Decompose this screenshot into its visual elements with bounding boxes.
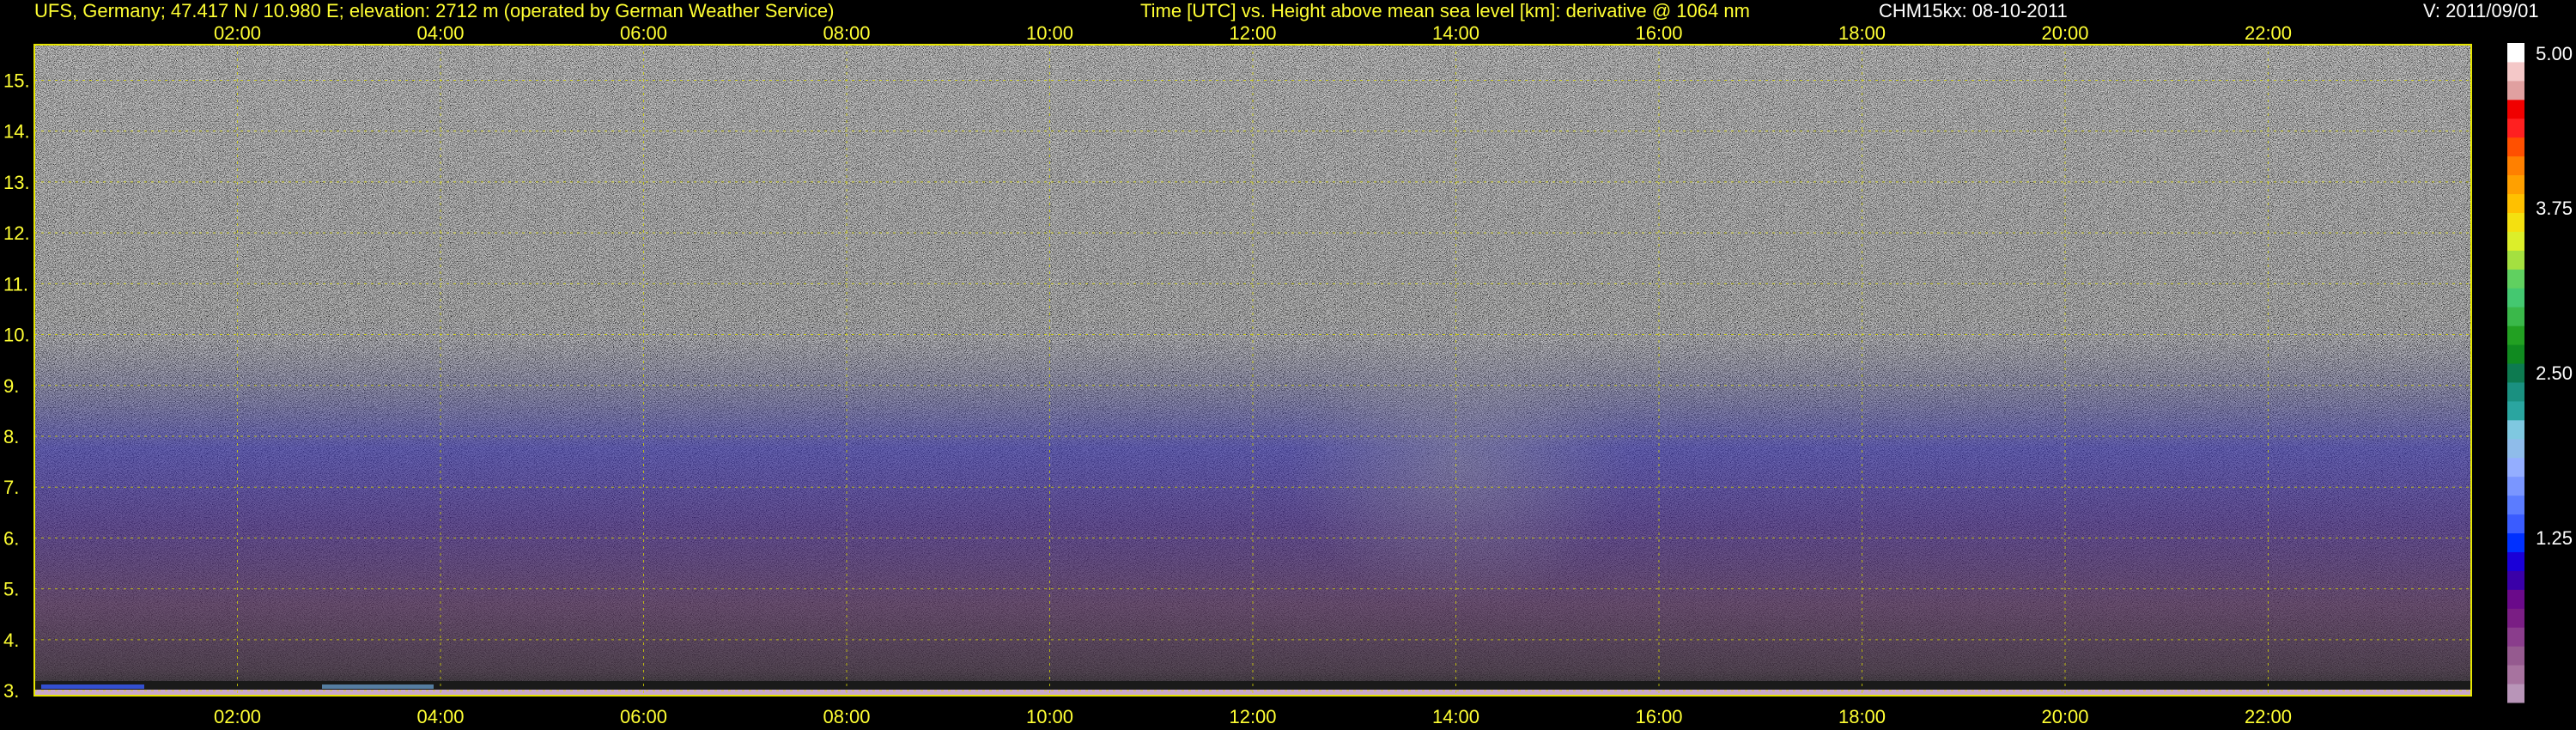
colorbar-segment xyxy=(2507,231,2524,251)
y-axis: 3. 4. 5. 6. 7. 8. 9. 10. 11. 12. 13. 14. 15. xyxy=(3,70,30,702)
colorbar-segment xyxy=(2507,363,2524,383)
x-tick-label-top: 18:00 xyxy=(1838,22,1886,44)
colorbar-segment xyxy=(2507,137,2524,157)
colorbar-tick-label: 1.25 xyxy=(2536,527,2573,549)
x-tick-label-bottom: 10:00 xyxy=(1026,706,1073,727)
colorbar-segment xyxy=(2507,476,2524,496)
y-tick-label: 14. xyxy=(3,121,30,143)
colorbar-segment xyxy=(2507,551,2524,571)
x-tick-label-top: 14:00 xyxy=(1432,22,1479,44)
y-tick-label: 15. xyxy=(3,70,30,91)
colorbar-segment xyxy=(2507,400,2524,421)
colorbar-segment xyxy=(2507,269,2524,289)
colorbar-segment xyxy=(2507,570,2524,590)
colorbar-tick-label: 3.75 xyxy=(2536,198,2573,219)
x-axis-top: 02:00 04:00 06:00 08:00 10:00 12:00 14:00 16:00… xyxy=(214,22,2292,44)
colorbar-segment xyxy=(2507,457,2524,478)
x-tick-label-bottom: 16:00 xyxy=(1635,706,1682,727)
x-tick-label-top: 20:00 xyxy=(2041,22,2088,44)
y-tick-label: 3. xyxy=(3,680,19,702)
x-tick-label-bottom: 18:00 xyxy=(1838,706,1886,727)
x-tick-label-top: 16:00 xyxy=(1635,22,1682,44)
x-tick-label-bottom: 12:00 xyxy=(1229,706,1276,727)
colorbar-segment xyxy=(2507,212,2524,232)
colorbar-segment xyxy=(2507,665,2524,684)
x-tick-label-bottom: 20:00 xyxy=(2041,706,2088,727)
colorbar-segment xyxy=(2507,608,2524,628)
colorbar-segment xyxy=(2507,344,2524,364)
colorbar-segment xyxy=(2507,118,2524,138)
x-tick-label-top: 08:00 xyxy=(823,22,870,44)
colorbar-segment xyxy=(2507,532,2524,552)
colorbar-segment xyxy=(2507,589,2524,609)
y-tick-label: 7. xyxy=(3,477,19,498)
colorbar-segment xyxy=(2507,43,2524,63)
colorbar-segment xyxy=(2507,381,2524,402)
colorbar-segment xyxy=(2507,646,2524,666)
colorbar-segment xyxy=(2507,250,2524,270)
y-tick-label: 9. xyxy=(3,375,19,397)
x-tick-label-bottom: 22:00 xyxy=(2245,706,2292,727)
y-tick-label: 5. xyxy=(3,579,19,600)
colorbar-segment xyxy=(2507,80,2524,100)
x-tick-label-bottom: 06:00 xyxy=(620,706,667,727)
colorbar-segment xyxy=(2507,514,2524,534)
x-tick-label-top: 02:00 xyxy=(214,22,261,44)
x-tick-label-top: 04:00 xyxy=(416,22,464,44)
y-tick-label: 10. xyxy=(3,325,30,346)
colorbar-segment xyxy=(2507,193,2524,213)
colorbar-segment xyxy=(2507,438,2524,459)
colorbar-segment xyxy=(2507,684,2524,703)
y-tick-label: 11. xyxy=(3,273,28,295)
backscatter-chart: 02:00 04:00 06:00 08:00 10:00 12:00 14:00 16:00… xyxy=(3,22,2573,727)
colorbar-segment xyxy=(2507,155,2524,176)
colorbar-segment xyxy=(2507,325,2524,345)
y-tick-label: 8. xyxy=(3,426,19,447)
x-tick-label-bottom: 02:00 xyxy=(214,706,261,727)
colorbar-segment xyxy=(2507,627,2524,647)
colorbar-segment xyxy=(2507,174,2524,195)
colorbar-segment xyxy=(2507,495,2524,515)
colorbar-segment xyxy=(2507,307,2524,326)
colorbar-segment xyxy=(2507,99,2524,119)
y-tick-label: 13. xyxy=(3,172,30,193)
x-tick-label-bottom: 08:00 xyxy=(823,706,870,727)
y-tick-label: 4. xyxy=(3,630,19,651)
y-tick-label: 6. xyxy=(3,527,19,549)
x-tick-label-top: 06:00 xyxy=(620,22,667,44)
x-tick-label-top: 12:00 xyxy=(1229,22,1276,44)
x-tick-label-top: 22:00 xyxy=(2245,22,2292,44)
y-tick-label: 12. xyxy=(3,222,30,244)
colorbar-tick-label: 5.00 xyxy=(2536,43,2573,64)
x-tick-label-bottom: 14:00 xyxy=(1432,706,1479,727)
x-tick-label-top: 10:00 xyxy=(1026,22,1073,44)
colorbar-segment xyxy=(2507,288,2524,307)
colorbar-segment xyxy=(2507,61,2524,82)
colorbar-segment xyxy=(2507,419,2524,440)
colorbar-labels: 5.00 3.75 2.50 1.25 xyxy=(2536,43,2573,549)
colorbar-tick-label: 2.50 xyxy=(2536,362,2573,384)
colorbar xyxy=(2507,43,2524,703)
x-tick-label-bottom: 04:00 xyxy=(416,706,464,727)
x-axis-bottom: 02:00 04:00 06:00 08:00 10:00 12:00 14:00 16:00… xyxy=(214,706,2292,727)
